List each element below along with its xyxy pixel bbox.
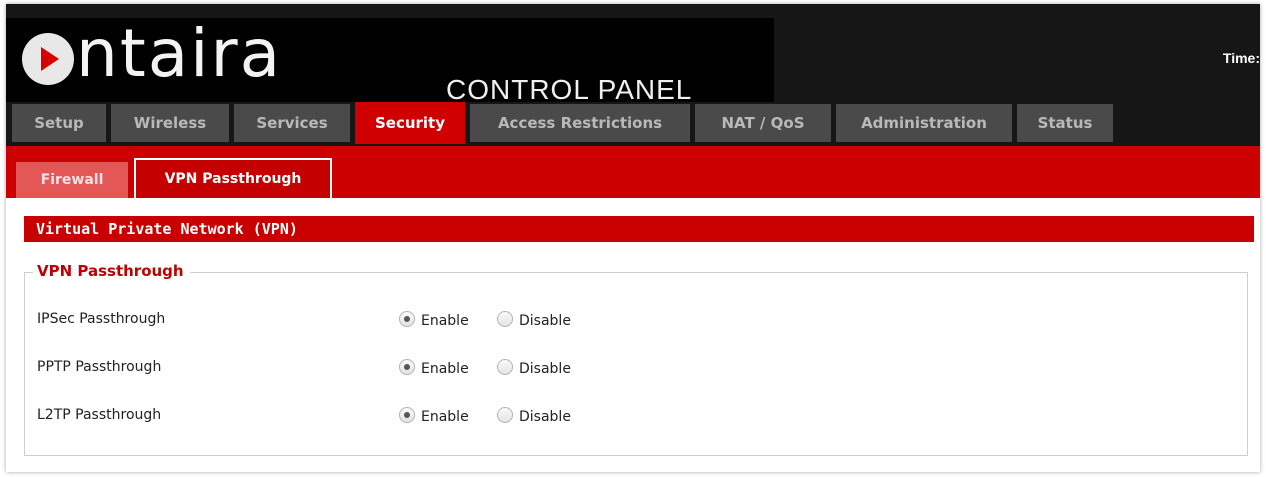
ipsec-enable-radio[interactable] bbox=[399, 311, 415, 327]
ipsec-disable-radio[interactable] bbox=[497, 311, 513, 327]
l2tp-disable-label[interactable]: Disable bbox=[519, 409, 571, 425]
subtab-firewall[interactable]: Firewall bbox=[16, 162, 128, 198]
sub-tab-bar: Firewall VPN Passthrough bbox=[6, 146, 1260, 198]
play-icon bbox=[22, 33, 74, 85]
tab-services[interactable]: Services bbox=[234, 104, 350, 142]
logo-text: ntaira bbox=[76, 14, 283, 92]
subtab-vpn-passthrough[interactable]: VPN Passthrough bbox=[134, 158, 332, 198]
tab-access-restrictions[interactable]: Access Restrictions bbox=[470, 104, 690, 142]
l2tp-row: L2TP Passthrough Enable Disable bbox=[37, 405, 937, 429]
fieldset-legend: VPN Passthrough bbox=[33, 262, 190, 280]
vpn-passthrough-fieldset: VPN Passthrough IPSec Passthrough Enable… bbox=[24, 262, 1248, 456]
tab-status[interactable]: Status bbox=[1017, 104, 1113, 142]
pptp-disable-radio[interactable] bbox=[497, 359, 513, 375]
pptp-label: PPTP Passthrough bbox=[37, 359, 162, 375]
router-control-panel: ntaira CONTROL PANEL Time: Setup Wireles… bbox=[6, 4, 1260, 472]
l2tp-label: L2TP Passthrough bbox=[37, 407, 162, 423]
ipsec-enable-label[interactable]: Enable bbox=[421, 313, 469, 329]
pptp-enable-radio[interactable] bbox=[399, 359, 415, 375]
pptp-enable-label[interactable]: Enable bbox=[421, 361, 469, 377]
logo-banner: ntaira CONTROL PANEL bbox=[6, 15, 774, 105]
tab-setup[interactable]: Setup bbox=[12, 104, 106, 142]
ipsec-label: IPSec Passthrough bbox=[37, 311, 166, 327]
ipsec-row: IPSec Passthrough Enable Disable bbox=[37, 309, 937, 333]
pptp-disable-label[interactable]: Disable bbox=[519, 361, 571, 377]
section-title: Virtual Private Network (VPN) bbox=[24, 216, 1254, 242]
tab-wireless[interactable]: Wireless bbox=[111, 104, 229, 142]
tab-security[interactable]: Security bbox=[355, 102, 465, 144]
l2tp-disable-radio[interactable] bbox=[497, 407, 513, 423]
l2tp-enable-radio[interactable] bbox=[399, 407, 415, 423]
header: ntaira CONTROL PANEL Time: Setup Wireles… bbox=[6, 4, 1260, 146]
pptp-row: PPTP Passthrough Enable Disable bbox=[37, 357, 937, 381]
time-label: Time: bbox=[1222, 50, 1260, 66]
l2tp-enable-label[interactable]: Enable bbox=[421, 409, 469, 425]
tab-nat-qos[interactable]: NAT / QoS bbox=[695, 104, 831, 142]
ipsec-disable-label[interactable]: Disable bbox=[519, 313, 571, 329]
main-tabs: Setup Wireless Services Security Access … bbox=[12, 102, 1118, 144]
antaira-logo: ntaira bbox=[22, 15, 282, 92]
tab-administration[interactable]: Administration bbox=[836, 104, 1012, 142]
